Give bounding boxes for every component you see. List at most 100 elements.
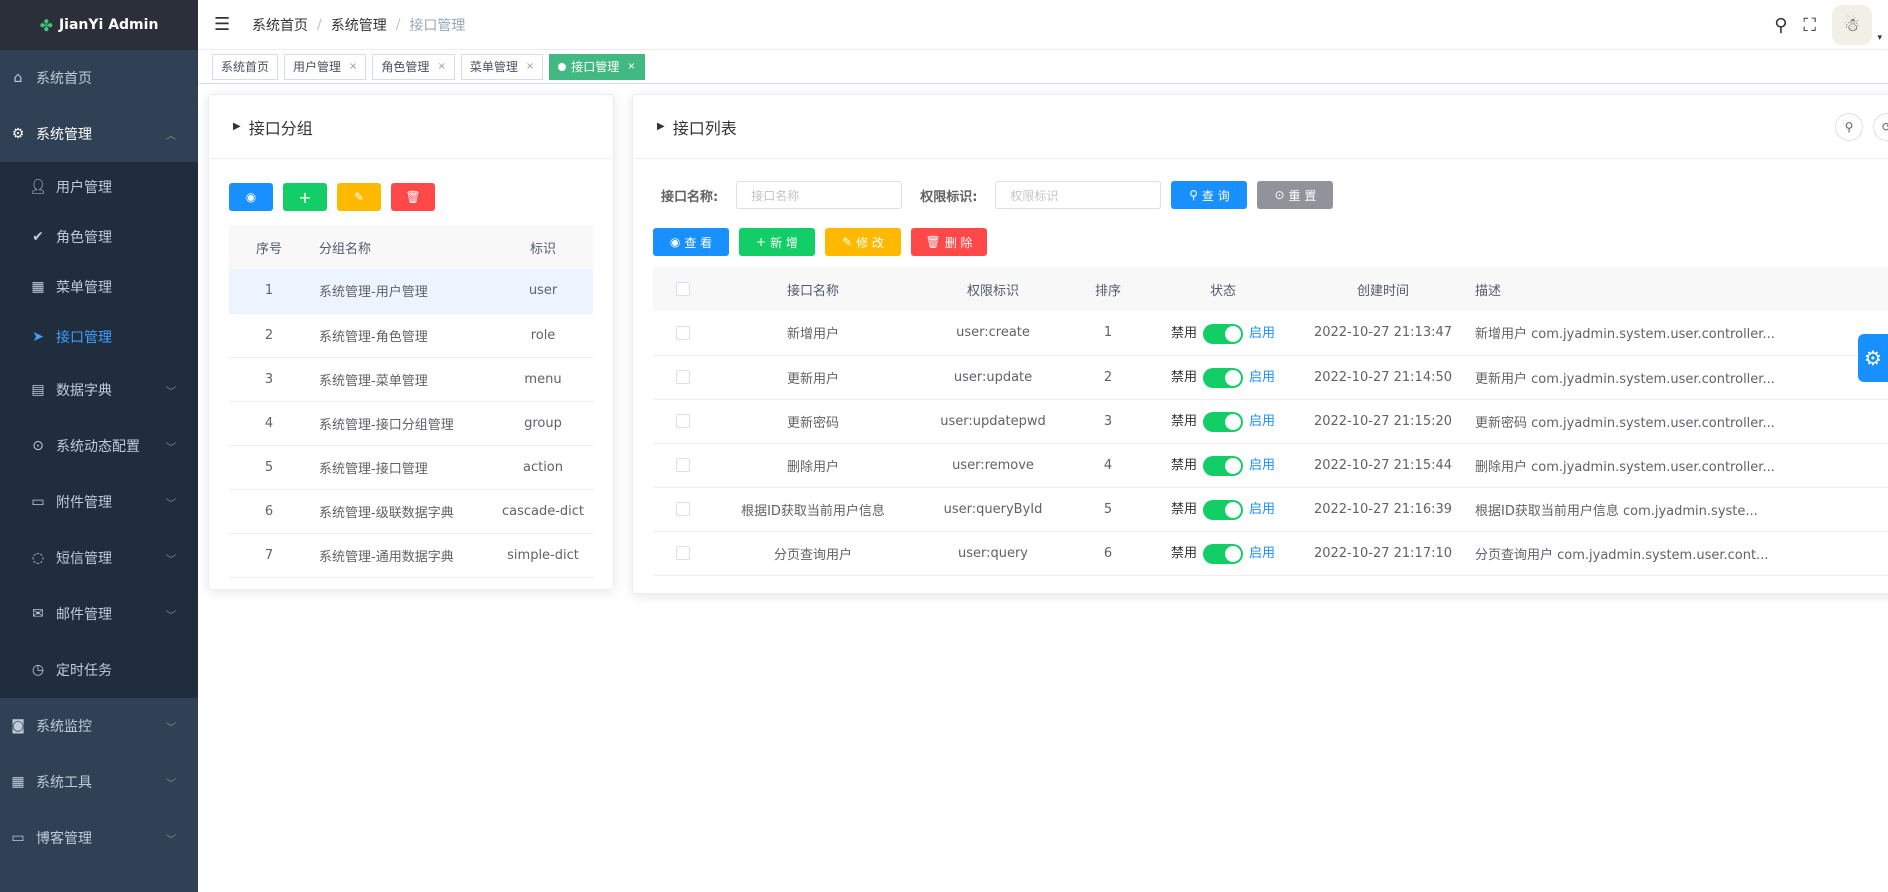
perm-input[interactable]: 权限标识 xyxy=(995,181,1162,209)
reset-button[interactable]: ⊙ 重 置 xyxy=(1257,181,1334,209)
tag-roles[interactable]: 角色管理 × xyxy=(372,53,455,80)
row-checkbox[interactable] xyxy=(676,414,690,428)
row-checkbox[interactable] xyxy=(676,458,690,472)
select-cell xyxy=(653,487,713,532)
active-dot-icon xyxy=(558,62,567,71)
table-row[interactable]: 2 系统管理-角色管理 role xyxy=(229,313,593,358)
status-toggle[interactable] xyxy=(1203,499,1243,520)
breadcrumb-item[interactable]: 系统首页 xyxy=(252,15,308,35)
delete-button[interactable]: 🗑︎ 删 除 xyxy=(911,228,987,256)
delete-button[interactable]: 🗑︎ xyxy=(391,183,435,211)
sidebar-item-blog[interactable]: ▭ 博客管理 ﹀ xyxy=(0,810,198,866)
table-row[interactable]: 根据ID获取当前用户信息 user:queryById 5 禁用 启用 2022-10-2… xyxy=(653,487,1888,532)
table-row[interactable]: 5 系统管理-接口管理 action xyxy=(229,445,593,490)
table-row[interactable]: 7 系统管理-通用数据字典 simple-dict xyxy=(229,533,593,578)
sidebar-item-menus[interactable]: ▦ 菜单管理 xyxy=(0,262,198,312)
query-button[interactable]: ⚲ 查 询 xyxy=(1171,181,1248,209)
sidebar-item-system[interactable]: ⚙ 系统管理 ︿ xyxy=(0,106,198,162)
query-label: 查 询 xyxy=(1201,188,1230,203)
action-card: ▶ 接口列表 ⚲ ⟳ 接口名称: 接口名称 权限标识: 权限标识 ⚲ 查 询 ⊙… xyxy=(632,94,1888,594)
table-row[interactable]: 3 系统管理-菜单管理 menu xyxy=(229,357,593,402)
table-row[interactable]: 更新密码 user:updatepwd 3 禁用 启用 2022-10-27 21:15:… xyxy=(653,399,1888,444)
table-row[interactable]: 新增用户 user:create 1 禁用 启用 2022-10-27 21:13:47 新… xyxy=(653,311,1888,356)
table-row[interactable]: 4 系统管理-接口分组管理 group xyxy=(229,401,593,446)
sidebar-item-label: 系统管理 xyxy=(36,127,92,143)
sidebar-item-sms[interactable]: ◌ 短信管理 ﹀ xyxy=(0,530,198,586)
sidebar-item-dict[interactable]: ▤ 数据字典 ﹀ xyxy=(0,362,198,418)
action-perm: user:query xyxy=(913,531,1073,576)
tag-actions[interactable]: 接口管理 × xyxy=(549,53,645,80)
sidebar-item-roles[interactable]: ✔ 角色管理 xyxy=(0,212,198,262)
column-header: 序号 xyxy=(229,225,309,269)
chevron-down-icon: ﹀ xyxy=(166,498,176,510)
refresh-icon[interactable]: ⟳ xyxy=(1873,113,1888,141)
status-toggle[interactable] xyxy=(1203,411,1243,432)
view-button[interactable]: ◉ 查 看 xyxy=(653,228,729,256)
breadcrumb: 系统首页 / 系统管理 / 接口管理 xyxy=(252,15,465,35)
row-checkbox[interactable] xyxy=(676,502,690,516)
row-index: 2 xyxy=(229,313,309,358)
row-checkbox[interactable] xyxy=(676,370,690,384)
hamburger-icon[interactable]: ☰ xyxy=(214,14,236,35)
add-button[interactable]: + 新 增 xyxy=(739,228,815,256)
table-row[interactable]: 分页查询用户 user:query 6 禁用 启用 2022-10-27 21:17:10… xyxy=(653,531,1888,576)
column-header: 权限标识 xyxy=(913,267,1073,311)
group-card: ▶ 接口分组 ◉ + ✎ 🗑︎ 序号 分组名称 标识 1 系统管理-用户管理 u… xyxy=(208,94,614,590)
group-key: menu xyxy=(493,357,593,402)
status-cell: 禁用 启用 xyxy=(1143,443,1303,488)
name-input[interactable]: 接口名称 xyxy=(736,181,903,209)
sidebar-item-users[interactable]: 👤︎ 用户管理 xyxy=(0,162,198,212)
close-icon[interactable]: × xyxy=(349,61,357,72)
sidebar-item-tools[interactable]: ▦ 系统工具 ﹀ xyxy=(0,754,198,810)
avatar[interactable]: ☃ ▾ xyxy=(1832,5,1882,45)
sidebar-item-attachments[interactable]: ▭ 附件管理 ﹀ xyxy=(0,474,198,530)
chevron-down-icon: ﹀ xyxy=(166,610,176,622)
edit-button[interactable]: ✎ xyxy=(337,183,381,211)
name-placeholder: 接口名称 xyxy=(751,188,800,203)
close-icon[interactable]: × xyxy=(526,61,534,72)
sidebar-item-actions[interactable]: ➤ 接口管理 xyxy=(0,312,198,362)
tag-home[interactable]: 系统首页 xyxy=(212,53,279,80)
sidebar-item-monitor[interactable]: ◙ 系统监控 ﹀ xyxy=(0,698,198,754)
row-checkbox[interactable] xyxy=(676,546,690,560)
settings-fab[interactable]: ⚙ xyxy=(1858,334,1888,382)
sidebar-item-home[interactable]: ⌂ 系统首页 xyxy=(0,50,198,106)
row-checkbox[interactable] xyxy=(676,325,690,340)
edit-button[interactable]: ✎ 修 改 xyxy=(825,228,901,256)
status-toggle[interactable] xyxy=(1203,543,1243,564)
action-desc: 分页查询用户 com.jyadmin.system.user.cont... xyxy=(1463,531,1888,576)
app-logo[interactable]: ✤ JianYi Admin xyxy=(0,0,198,50)
table-row[interactable]: 6 系统管理-级联数据字典 cascade-dict xyxy=(229,489,593,534)
close-icon[interactable]: × xyxy=(627,61,635,72)
row-index: 4 xyxy=(229,401,309,446)
table-row[interactable]: 删除用户 user:remove 4 禁用 启用 2022-10-27 21:15:44 删… xyxy=(653,443,1888,488)
chevron-down-icon: ﹀ xyxy=(166,442,176,454)
tag-users[interactable]: 用户管理 × xyxy=(284,53,367,80)
sidebar-item-jobs[interactable]: ◷ 定时任务 xyxy=(0,642,198,698)
sidebar: ✤ JianYi Admin ⌂ 系统首页 ⚙ 系统管理 ︿ 👤︎ 用户管理 ✔… xyxy=(0,0,198,892)
search-icon[interactable]: ⚲ xyxy=(1774,15,1787,36)
status-on-label: 启用 xyxy=(1249,458,1276,474)
sidebar-item-config[interactable]: ⊙ 系统动态配置 ﹀ xyxy=(0,418,198,474)
select-all-cell xyxy=(653,267,713,311)
search-toggle-icon[interactable]: ⚲ xyxy=(1835,113,1863,141)
table-row[interactable]: 1 系统管理-用户管理 user xyxy=(229,269,593,314)
table-row[interactable]: 更新用户 user:update 2 禁用 启用 2022-10-27 21:14:50 更… xyxy=(653,355,1888,400)
group-name: 系统管理-接口管理 xyxy=(309,445,493,490)
gear-icon: ⚙ xyxy=(11,126,25,142)
breadcrumb-item[interactable]: 系统管理 xyxy=(331,15,387,35)
tag-label: 系统首页 xyxy=(221,60,270,74)
status-toggle[interactable] xyxy=(1203,367,1243,388)
tag-menus[interactable]: 菜单管理 × xyxy=(460,53,544,80)
sidebar-item-label: 系统监控 xyxy=(36,719,92,735)
sidebar-item-mail[interactable]: ✉ 邮件管理 ﹀ xyxy=(0,586,198,642)
close-icon[interactable]: × xyxy=(437,61,445,72)
status-toggle[interactable] xyxy=(1203,455,1243,476)
select-all-checkbox[interactable] xyxy=(676,282,690,296)
view-button[interactable]: ◉ xyxy=(229,183,273,211)
table-header-row: 序号 分组名称 标识 xyxy=(229,225,593,269)
fullscreen-icon[interactable]: ⛶ xyxy=(1803,15,1816,36)
status-toggle[interactable] xyxy=(1203,323,1243,344)
add-button[interactable]: + xyxy=(283,183,327,211)
perm-placeholder: 权限标识 xyxy=(1010,188,1059,203)
